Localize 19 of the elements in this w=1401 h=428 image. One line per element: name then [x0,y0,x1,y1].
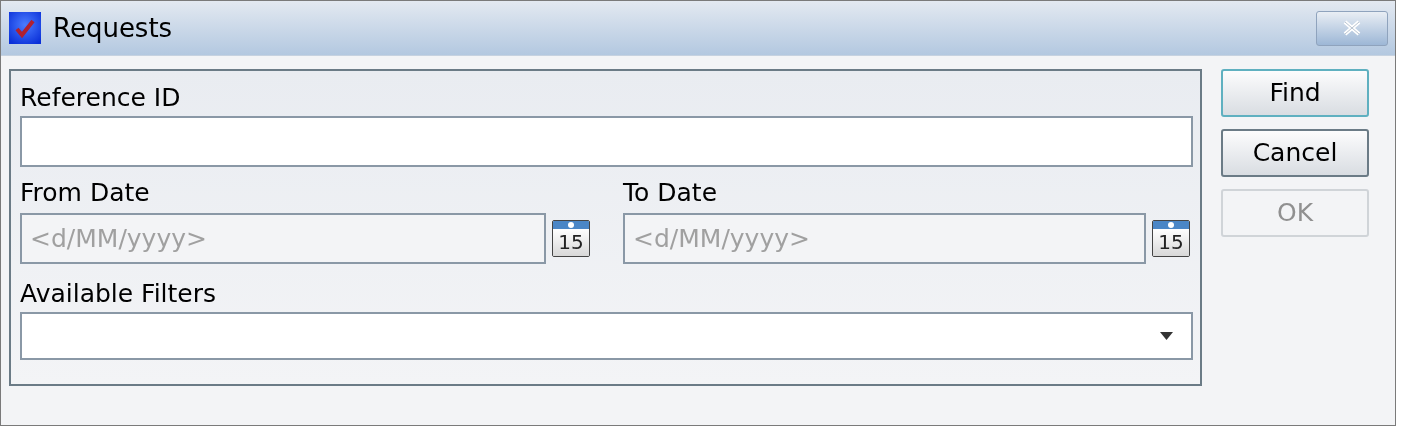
calendar-day: 15 [1153,229,1189,256]
filter-dropdown[interactable] [20,312,1193,360]
dialog-button[interactable]: Find [1221,69,1369,117]
calendar-day: 15 [553,229,589,256]
close-icon [1342,20,1362,36]
calendar-button[interactable]: 15 [552,220,590,257]
field-label: From Date [20,178,151,208]
field-label: To Date [623,178,719,208]
dialog-button[interactable]: Cancel [1221,129,1369,177]
date-field[interactable]: <d/MM/yyyy> [623,213,1146,264]
window-title: Requests [53,11,173,45]
dropdown-arrow-icon [1160,332,1173,340]
app-icon [9,12,41,44]
date-field[interactable]: <d/MM/yyyy> [20,213,546,264]
calendar-button[interactable]: 15 [1152,220,1190,257]
close-button[interactable] [1316,10,1388,46]
field-label: Reference ID [20,83,182,113]
field-label: Available Filters [20,279,218,309]
reference-id-field[interactable] [20,116,1193,167]
